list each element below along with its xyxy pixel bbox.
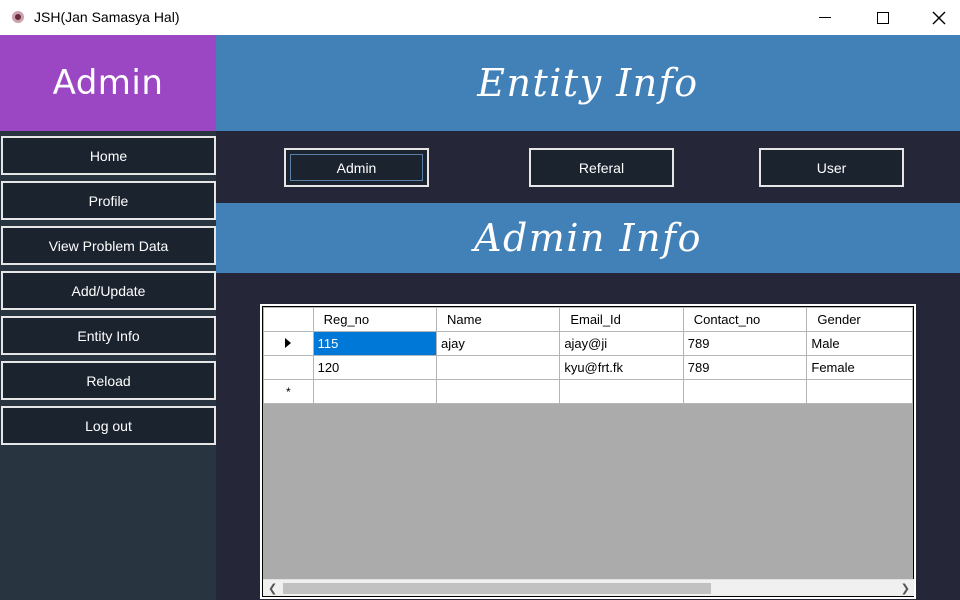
- sidebar-item-profile[interactable]: Profile: [1, 181, 216, 220]
- sidebar-header: Admin: [0, 35, 216, 131]
- column-header-email-id[interactable]: Email_Id: [559, 307, 684, 332]
- row-header[interactable]: *: [263, 379, 314, 404]
- table-row[interactable]: 115 ajay ajay@ji 789 Male: [263, 331, 913, 356]
- focus-rectangle: [290, 154, 423, 181]
- tab-referal[interactable]: Referal: [529, 148, 674, 187]
- tab-user-label: User: [816, 159, 847, 176]
- horizontal-scrollbar[interactable]: ❮ ❯: [263, 579, 914, 596]
- table-cell[interactable]: [435, 379, 561, 404]
- data-grid[interactable]: Reg_no Name Email_Id Contact_no Gender 1…: [260, 304, 916, 599]
- close-button[interactable]: [916, 0, 960, 35]
- table-cell[interactable]: 120: [312, 355, 438, 380]
- row-header[interactable]: [263, 355, 314, 380]
- table-cell[interactable]: [312, 379, 438, 404]
- table-cell[interactable]: [806, 379, 913, 404]
- table-cell[interactable]: 115: [312, 331, 438, 356]
- sidebar-item-home[interactable]: Home: [1, 136, 216, 175]
- column-header-contact-no[interactable]: Contact_no: [682, 307, 808, 332]
- scroll-right-icon[interactable]: ❯: [901, 582, 910, 595]
- page-header: Entity Info: [216, 35, 960, 131]
- table-cell[interactable]: [435, 355, 561, 380]
- sidebar-item-reload[interactable]: Reload: [1, 361, 216, 400]
- table-cell[interactable]: [682, 379, 808, 404]
- new-row-star-icon: *: [285, 385, 291, 399]
- main-panel: Entity Info Admin Referal User Admin Inf…: [216, 35, 960, 600]
- sidebar-item-entity-info[interactable]: Entity Info: [1, 316, 216, 355]
- table-cell[interactable]: ajay@ji: [559, 331, 684, 356]
- row-header-corner: [263, 307, 314, 332]
- scroll-left-icon[interactable]: ❮: [268, 582, 277, 595]
- title-bar: JSH(Jan Samasya Hal): [0, 0, 960, 35]
- maximize-button[interactable]: [860, 0, 906, 35]
- header-row: Reg_no Name Email_Id Contact_no Gender: [263, 307, 913, 332]
- sidebar-item-add-update[interactable]: Add/Update: [1, 271, 216, 310]
- section-title: Admin Info: [474, 216, 702, 260]
- table-cell[interactable]: ajay: [435, 331, 561, 356]
- table-cell[interactable]: Male: [806, 331, 913, 356]
- current-row-arrow-icon: [285, 338, 292, 348]
- admin-table: Reg_no Name Email_Id Contact_no Gender 1…: [263, 307, 913, 404]
- minimize-button[interactable]: [802, 0, 848, 35]
- table-cell[interactable]: 789: [682, 331, 808, 356]
- section-header: Admin Info: [216, 203, 960, 273]
- app-icon: [12, 11, 24, 23]
- tab-admin[interactable]: Admin: [284, 148, 429, 187]
- column-header-gender[interactable]: Gender: [806, 307, 913, 332]
- table-cell[interactable]: kyu@frt.fk: [559, 355, 684, 380]
- sidebar-item-view-problem-data[interactable]: View Problem Data: [1, 226, 216, 265]
- tab-referal-label: Referal: [578, 159, 625, 176]
- minimize-icon: [819, 17, 831, 18]
- table-cell[interactable]: Female: [806, 355, 913, 380]
- sidebar: Admin Home Profile View Problem Data Add…: [0, 35, 216, 600]
- table-cell[interactable]: [559, 379, 684, 404]
- scrollbar-thumb[interactable]: [283, 583, 711, 594]
- column-header-reg-no[interactable]: Reg_no: [312, 307, 438, 332]
- row-header[interactable]: [263, 331, 314, 356]
- close-icon: [932, 11, 946, 24]
- tab-user[interactable]: User: [759, 148, 904, 187]
- sidebar-title: Admin: [52, 63, 164, 103]
- new-row[interactable]: *: [263, 379, 913, 404]
- maximize-icon: [877, 11, 889, 24]
- window-title: JSH(Jan Samasya Hal): [34, 9, 180, 25]
- table-cell[interactable]: 789: [682, 355, 808, 380]
- page-title: Entity Info: [477, 61, 699, 105]
- table-row[interactable]: 120 kyu@frt.fk 789 Female: [263, 355, 913, 380]
- sidebar-item-logout[interactable]: Log out: [1, 406, 216, 445]
- data-grid-body: Reg_no Name Email_Id Contact_no Gender 1…: [262, 306, 914, 597]
- column-header-name[interactable]: Name: [435, 307, 561, 332]
